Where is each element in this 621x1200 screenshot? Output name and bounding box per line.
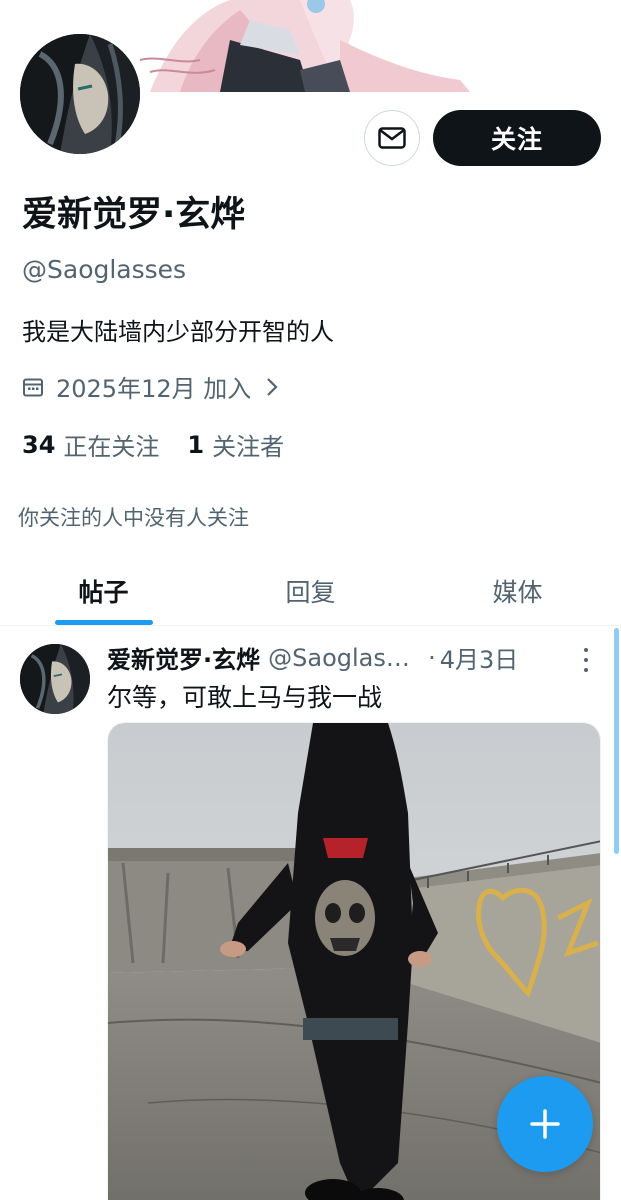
- followers-you-know[interactable]: 你关注的人中没有人关注: [18, 502, 249, 532]
- post-author-handle[interactable]: @Saoglasses: [268, 644, 416, 672]
- profile-avatar[interactable]: [16, 30, 144, 158]
- tab-replies-label: 回复: [285, 577, 336, 607]
- follow-counts: 34 正在关注 1 关注者: [22, 427, 312, 462]
- bio-text: 我是大陆墙内少部分开智的人: [22, 318, 334, 346]
- profile-tabs: 帖子 回复 媒体: [0, 556, 621, 626]
- more-vertical-icon[interactable]: [578, 648, 594, 672]
- mail-icon: [378, 127, 406, 149]
- plus-icon: [530, 1109, 560, 1139]
- compose-button[interactable]: [497, 1076, 593, 1172]
- following-link[interactable]: 34 正在关注: [22, 427, 159, 462]
- display-name: 爱新觉罗·玄烨: [22, 195, 246, 235]
- chevron-right-icon: [267, 377, 278, 396]
- post-avatar-image: [20, 644, 90, 714]
- post-text: 尔等，可敢上马与我一战: [107, 683, 383, 712]
- message-button[interactable]: [364, 110, 420, 166]
- post-separator: ·: [428, 643, 436, 672]
- followers-count: 1: [187, 430, 205, 459]
- post-header: 爱新觉罗·玄烨 @Saoglasses · 4月3日: [107, 640, 597, 675]
- scrollbar[interactable]: [614, 628, 619, 854]
- post-date[interactable]: 4月3日: [440, 640, 519, 675]
- avatar-image: [20, 34, 140, 154]
- post-author-name[interactable]: 爱新觉罗·玄烨: [107, 640, 260, 675]
- tab-media-label: 媒体: [492, 577, 543, 607]
- tab-replies[interactable]: 回复: [207, 556, 414, 625]
- joined-date-row[interactable]: 2025年12月 加入: [22, 369, 279, 404]
- tab-media[interactable]: 媒体: [414, 556, 621, 625]
- following-label: 正在关注: [63, 433, 160, 461]
- joined-date-text: 2025年12月 加入: [56, 375, 252, 403]
- tab-posts[interactable]: 帖子: [0, 556, 207, 625]
- followers-label: 关注者: [212, 433, 285, 461]
- following-count: 34: [22, 430, 56, 459]
- calendar-icon: [23, 378, 43, 396]
- follow-button[interactable]: 关注: [433, 110, 601, 166]
- tab-posts-label: 帖子: [78, 577, 129, 607]
- user-handle: @Saoglasses: [22, 255, 187, 284]
- active-tab-indicator: [54, 620, 153, 625]
- followers-link[interactable]: 1 关注者: [187, 427, 284, 462]
- post-author-avatar[interactable]: [20, 644, 90, 714]
